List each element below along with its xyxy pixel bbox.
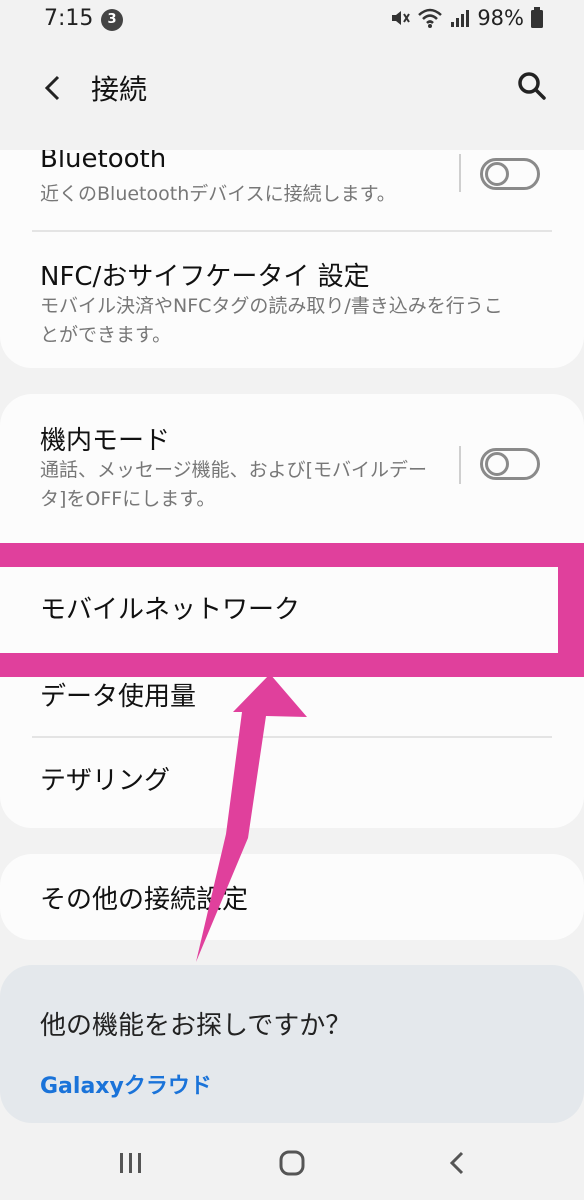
data-usage-title: データ使用量 (40, 682, 197, 712)
toggle-knob (485, 452, 509, 476)
home-icon (279, 1150, 305, 1176)
bluetooth-row[interactable]: Bluetooth 近くのBluetoothデバイスに接続します。 (0, 150, 584, 230)
status-icons: 98% (389, 6, 544, 30)
mobile-network-title: モバイルネットワーク (40, 595, 301, 625)
toggle-separator (459, 154, 461, 192)
airplane-mode-title: 機内モード (40, 426, 171, 456)
search-icon (518, 72, 546, 100)
tethering-title: テザリング (40, 766, 171, 796)
home-button[interactable] (274, 1145, 310, 1181)
battery-percentage: 98% (477, 6, 524, 30)
toggle-knob (485, 162, 509, 186)
navigation-bar (0, 1125, 584, 1200)
suggestion-card: 他の機能をお探しですか？ Galaxyクラウド (0, 965, 584, 1123)
bluetooth-toggle[interactable] (480, 158, 540, 190)
bluetooth-title: Bluetooth (40, 150, 167, 174)
wifi-icon (418, 8, 443, 28)
signal-icon (451, 10, 470, 27)
toggle-separator (459, 446, 461, 484)
airplane-mode-subtitle: 通話、メッセージ機能、および[モバイルデータ]をOFFにします。 (40, 459, 428, 510)
connections-card-3[interactable]: その他の接続設定 (0, 854, 584, 940)
tethering-row[interactable]: テザリング (0, 738, 584, 828)
suggestion-title: 他の機能をお探しですか？ (40, 1011, 352, 1041)
recent-apps-button[interactable] (112, 1145, 148, 1181)
back-button[interactable] (36, 70, 72, 106)
mobile-network-row[interactable]: モバイルネットワーク (0, 543, 584, 677)
app-header: 接続 (0, 50, 584, 130)
nfc-title: NFC/おサイフケータイ 設定 (40, 262, 370, 292)
connections-card-1: Bluetooth 近くのBluetoothデバイスに接続します。 NFC/おサ… (0, 150, 584, 368)
battery-icon (531, 7, 543, 28)
search-button[interactable] (514, 68, 550, 104)
back-icon (449, 1151, 464, 1175)
more-connections-title: その他の接続設定 (40, 885, 249, 915)
airplane-mode-row[interactable]: 機内モード 通話、メッセージ機能、および[モバイルデータ]をOFFにします。 (0, 394, 584, 532)
notification-count-badge: 3 (101, 9, 123, 31)
status-time: 7:15 (44, 6, 94, 31)
nfc-subtitle: モバイル決済やNFCタグの読み取り/書き込みを行うことができます。 (40, 295, 503, 346)
chevron-left-icon (44, 75, 60, 101)
nfc-row[interactable]: NFC/おサイフケータイ 設定 モバイル決済やNFCタグの読み取り/書き込みを行… (0, 232, 584, 368)
galaxy-cloud-link[interactable]: Galaxyクラウド (40, 1068, 212, 1100)
airplane-mode-toggle[interactable] (480, 448, 540, 480)
bluetooth-subtitle: 近くのBluetoothデバイスに接続します。 (40, 183, 396, 205)
page-title: 接続 (91, 73, 148, 106)
recent-apps-icon (120, 1153, 141, 1173)
status-bar: 7:15 3 98% (0, 0, 584, 40)
nav-back-button[interactable] (440, 1145, 476, 1181)
mute-icon (392, 11, 411, 25)
